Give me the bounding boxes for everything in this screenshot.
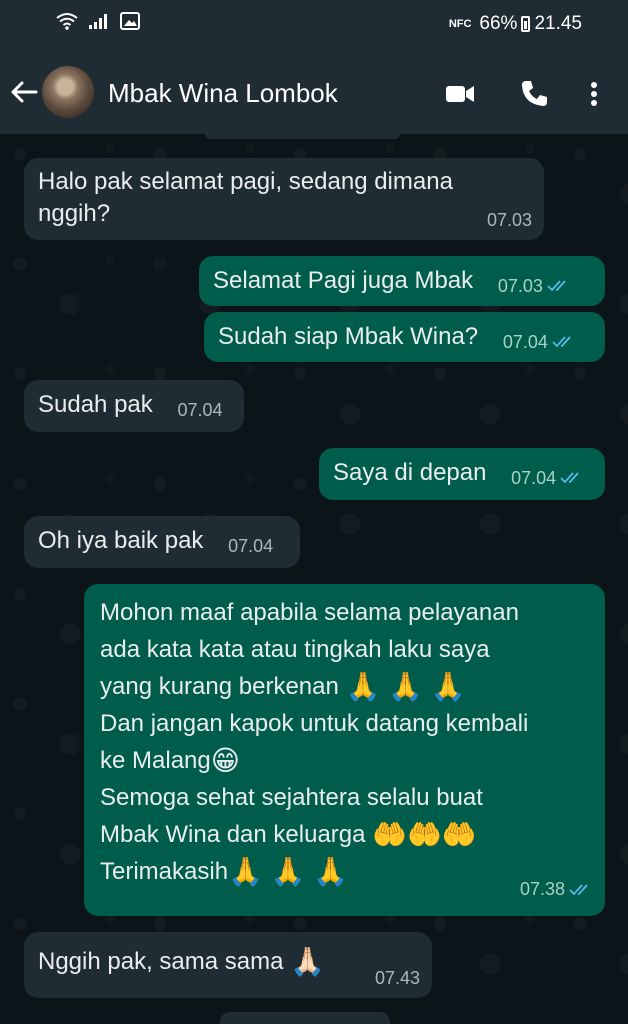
signal-icon [89,14,107,29]
phone-call-icon[interactable] [518,78,550,110]
message-outgoing[interactable]: Selamat Pagi juga Mbak 07.03 [199,256,605,306]
message-text: Selamat Pagi juga Mbak [213,267,474,294]
message-text: Semoga sehat sejahtera selalu buat [100,784,483,811]
video-call-icon[interactable] [444,78,476,110]
message-time: 07.43 [374,967,420,988]
message-outgoing[interactable]: Saya di depan 07.04 [319,448,605,500]
message-text: Saya di depan [333,459,487,486]
message-meta: 07.04 [503,330,576,354]
message-text: Sudah siap Mbak Wina? [218,323,479,350]
status-bar: NFC 66% 21.45 [0,0,628,52]
message-meta: 07.38 [520,871,593,908]
message-text: Sudah pak [38,391,153,418]
message-time: 07.03 [486,209,532,230]
message-text: yang kurang berkenan [100,673,339,700]
message-text: Halo pak selamat pagi, sedang dimana [38,168,453,195]
status-icons-left [56,12,140,30]
message-meta: 07.03 [498,274,571,298]
more-options-icon[interactable] [578,78,610,110]
message-incoming[interactable]: Oh iya baik pak 07.04 [24,516,300,568]
message-time: 07.04 [511,468,557,488]
gallery-icon [120,12,140,30]
chat-header: Mbak Wina Lombok [0,52,628,134]
message-text: Mohon maaf apabila selama pelayanan [100,599,519,626]
message-meta: 07.04 [511,466,584,490]
contact-name[interactable]: Mbak Wina Lombok [108,78,338,109]
message-text: Nggih pak, sama sama [38,948,284,975]
message-line: Terimakasih🙏 🙏 🙏 [100,853,589,890]
read-ticks-icon [547,280,566,292]
folded-hands-emoji: 🙏🏻 [290,946,325,977]
status-icons-right: NFC 66% 21.45 [449,13,582,35]
message-incoming[interactable]: Nggih pak, sama sama 🙏🏻 07.43 [24,932,432,998]
message-line: ke Malang😁 [100,742,589,779]
message-time: 07.04 [228,536,274,556]
message-time: 07.04 [502,332,548,352]
message-outgoing[interactable]: Sudah siap Mbak Wina? 07.04 [204,312,605,362]
read-ticks-icon [552,336,571,348]
message-text: Oh iya baik pak [38,527,204,554]
message-meta: 07.04 [177,398,222,422]
clock: 21.45 [534,13,582,34]
read-ticks-icon [569,883,588,895]
message-time: 07.38 [519,879,565,899]
message-line: yang kurang berkenan 🙏 🙏 🙏 [100,668,589,705]
message-meta: 07.03 [487,208,532,232]
nfc-indicator: NFC [448,18,472,30]
message-incoming[interactable]: Halo pak selamat pagi, sedang dimana ngg… [24,158,544,240]
battery-icon [521,16,531,32]
palms-up-emoji: 🤲🤲🤲 [372,819,477,850]
message-outgoing[interactable]: Mohon maaf apabila selama pelayanan ada … [84,584,605,916]
back-arrow-icon[interactable] [8,76,40,108]
message-incoming[interactable]: Sudah pak 07.04 [24,380,244,432]
message-text: ke Malang [100,747,211,774]
message-line: Mbak Wina dan keluarga 🤲🤲🤲 [100,816,589,853]
wifi-icon [56,13,78,30]
message-text: Mbak Wina dan keluarga [100,821,366,848]
previous-message-edge [205,134,400,139]
contact-avatar[interactable] [42,66,94,118]
read-ticks-icon [560,472,579,484]
chat-area[interactable]: Halo pak selamat pagi, sedang dimana ngg… [0,134,628,1024]
next-message-edge [220,1012,390,1024]
grinning-face-emoji: 😁 [210,745,240,776]
message-meta: 07.04 [228,534,273,558]
message-text: Terimakasih [100,858,229,885]
message-meta: 07.43 [375,966,420,990]
message-time: 07.03 [497,276,543,296]
message-text: ada kata kata atau tingkah laku saya [100,636,490,663]
message-text: Dan jangan kapok untuk datang kembali [100,710,529,737]
message-time: 07.04 [177,400,223,420]
folded-hands-emoji: 🙏 🙏 🙏 [345,671,466,702]
battery-percent: 66% [479,13,518,34]
message-text: nggih? [38,200,111,228]
folded-hands-emoji: 🙏 🙏 🙏 [228,856,349,887]
